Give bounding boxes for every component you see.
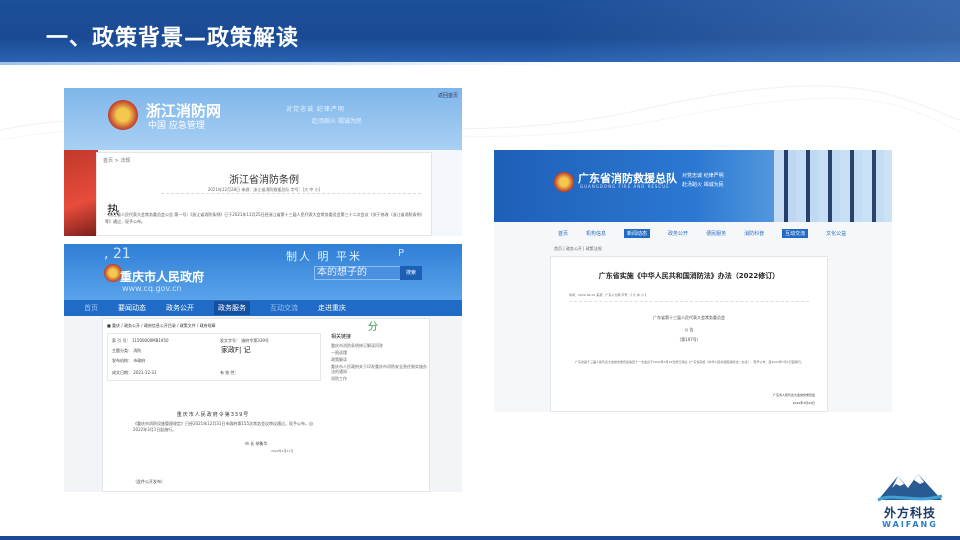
nav-item-gov-service[interactable]: 政务服务 (214, 301, 250, 315)
card-doc-no: 发文字号： 渝府令第339号 (220, 338, 269, 343)
chongqing-screenshot: , 21 重庆市人民政府 www.cq.gov.cn 制人 明 平米 P 本的想… (64, 244, 462, 492)
sign-date: 2022年3月29日 (792, 401, 815, 405)
nav-item-org[interactable]: 机构信息 (586, 230, 606, 237)
nav-item-home[interactable]: 首页 (84, 303, 98, 313)
guangdong-doc-body: 广东省第十三届人民代表大会常务委员会第四十一次会议于2022年3月29日修订通过… (575, 360, 804, 364)
guangdong-slogan: 对党忠诚 纪律严明 赴汤蹈火 竭诚为民 (682, 172, 724, 190)
zhejiang-breadcrumb[interactable]: 首页 > 法规 (103, 157, 130, 164)
chongqing-slogan: 制人 明 平米 (286, 250, 362, 263)
chongqing-domain: www.cq.gov.cn (122, 284, 182, 293)
nav-item-news[interactable]: 要闻动态 (118, 303, 146, 313)
chongqing-nav: 首页 要闻动态 政务公开 政务服务 互动交流 走进重庆 (64, 300, 462, 316)
guangdong-banner: 广东省消防救援总队 GUANGDONG FIRE AND RESCUE 对党忠诚… (494, 150, 892, 222)
zhejiang-banner: 浙江消防网 中国 应急管理 对党忠诚 纪律严明 赴汤蹈火 竭诚为民 返回首页 (64, 88, 462, 150)
nav-item-culture[interactable]: 文化公益 (826, 230, 846, 237)
nav-item-about[interactable]: 走进重庆 (318, 303, 346, 313)
doc-info-card: 索 引 号： 11500000MB1950 主题分类： 消防 发布机构： 市政府… (107, 333, 321, 381)
zhejiang-screenshot: 浙江消防网 中国 应急管理 对党忠诚 纪律严明 赴汤蹈火 竭诚为民 返回首页 首… (64, 88, 462, 236)
firefighters-image (774, 150, 892, 222)
related-link[interactable]: 重庆市人民政府关于印发重庆市消防安全责任制实施办法的通知 (331, 364, 427, 374)
guangdong-doc-meta: 时间：2022-04-01 来源：广东人大网 字号：【 大 中 小 】 (569, 293, 648, 297)
chongqing-doc-body: 《重庆市消防设施管理规定》已经2021年12月31日市政府第155次常务会议审议… (133, 421, 313, 432)
chongqing-banner: , 21 重庆市人民政府 www.cq.gov.cn 制人 明 平米 P 本的想… (64, 244, 462, 300)
zhejiang-slogan-2: 赴汤蹈火 竭诚为民 (312, 118, 362, 125)
mayor-signature: 市 长 胡衡华 (245, 441, 268, 446)
nav-item-interact[interactable]: 互动交流 (782, 228, 809, 238)
nav-item-interact[interactable]: 互动交流 (270, 303, 298, 313)
card-row: 索 引 号： 11500000MB1950 (112, 338, 169, 343)
chongqing-article: ■ 重庆 / 政务公开 / 政府信息公开目录 / 政策文件 / 政府规章 索 引… (102, 318, 430, 492)
notice-heading: 公 告 (684, 327, 694, 332)
related-link[interactable]: 政策解读 (331, 357, 427, 362)
fire-emblem-icon (554, 172, 574, 192)
zhejiang-sub-text: 中国 应急管理 (148, 121, 205, 131)
zhejiang-article: 首页 > 法规 浙江省消防条例 2021年12月28日 来源：浙江省消防救援总队… (96, 152, 432, 236)
banner-number: , 21 (104, 246, 131, 262)
guangdong-doc-title: 广东省实施《中华人民共和国消防法》办法（2022修订） (598, 272, 780, 280)
company-logo: 外方科技 WAIFANG (874, 468, 946, 530)
nav-item-home[interactable]: 首页 (558, 230, 568, 237)
nav-item-science[interactable]: 消防科普 (744, 230, 764, 237)
logo-name-cn: 外方科技 (883, 506, 936, 520)
nav-item-service[interactable]: 便民服务 (706, 230, 726, 237)
search-input[interactable]: 本的想子的 (314, 266, 406, 280)
card-row: 发布机构： 市政府 (112, 358, 146, 363)
card-row: 成文日期： 2021-12-31 (112, 370, 157, 375)
mountain-logo-icon (877, 474, 943, 502)
green-char: 分 (368, 322, 378, 333)
chongqing-site-name: 重庆市人民政府 (120, 270, 205, 284)
related-links: 相关链接 重庆市消防条例修订解读问答 一图读懂 政策解读 重庆市人民政府关于印发… (331, 333, 427, 383)
notice-number: （第107号） (677, 337, 701, 342)
slide-title: 一、政策背景—政策解读 (46, 26, 300, 51)
divider (569, 301, 809, 302)
header-sheen (540, 0, 960, 62)
nav-item-news[interactable]: 新闻动态 (624, 228, 651, 238)
bottom-band (0, 536, 960, 540)
guangdong-en-name: GUANGDONG FIRE AND RESCUE (580, 184, 670, 189)
zhejiang-top-link[interactable]: 返回首页 (438, 92, 458, 99)
slogan-line: 赴汤蹈火 竭诚为民 (682, 182, 724, 188)
chongqing-slogan-p: P (398, 248, 405, 259)
divider (161, 193, 421, 194)
related-link[interactable]: 消防工作 (331, 376, 427, 381)
nav-item-gov-open[interactable]: 政务公开 (166, 303, 194, 313)
guangdong-nav: 首页 机构信息 新闻动态 政务公开 便民服务 消防科普 互动交流 文化公益 (494, 226, 892, 240)
mayor-date: 2022年1月17日 (271, 449, 294, 453)
guangdong-breadcrumb[interactable]: 首页 | 政务公开 | 政策法规 (554, 246, 602, 252)
search-button[interactable]: 搜索 (400, 266, 422, 280)
zhejiang-doc-body: （浙江省人民代表大会常务委员会公告 第一号）《浙江省消防条例》已于2021年11… (105, 212, 425, 224)
header-band: 一、政策背景—政策解读 (0, 0, 960, 65)
guangdong-screenshot: 广东省消防救援总队 GUANGDONG FIRE AND RESCUE 对党忠诚… (494, 150, 892, 412)
related-link[interactable]: 一图读懂 (331, 350, 427, 355)
zhejiang-slogan: 对党忠诚 纪律严明 (286, 106, 345, 113)
chongqing-breadcrumb[interactable]: ■ 重庆 / 政务公开 / 政府信息公开目录 / 政策文件 / 政府规章 (107, 323, 216, 329)
issuer: 广东省第十三届人民代表大会常务委员会 (653, 315, 725, 320)
related-link[interactable]: 重庆市消防条例修订解读问答 (331, 343, 427, 348)
related-links-title: 相关链接 (331, 334, 352, 340)
publish-note: （此件公开发布） (133, 479, 165, 484)
card-row: 主题分类： 消防 (112, 348, 142, 353)
nav-item-gov-open[interactable]: 政务公开 (668, 230, 688, 237)
fire-emblem-icon (108, 100, 138, 130)
card-home-text: 家政F| 记 (221, 346, 251, 354)
logo-name-en: WAIFANG (882, 520, 938, 529)
sign-org: 广东省人民代表大会常务委员会 (772, 393, 815, 397)
slogan-line: 对党忠诚 纪律严明 (682, 173, 724, 179)
zhejiang-doc-title: 浙江省消防条例 (229, 175, 299, 186)
card-validity: 有 效 性： (220, 370, 239, 375)
order-title: 重庆市人民政府令第339号 (176, 412, 250, 418)
guangdong-article: 广东省实施《中华人民共和国消防法》办法（2022修订） 时间：2022-04-0… (550, 256, 828, 412)
red-flag-image (64, 150, 98, 236)
